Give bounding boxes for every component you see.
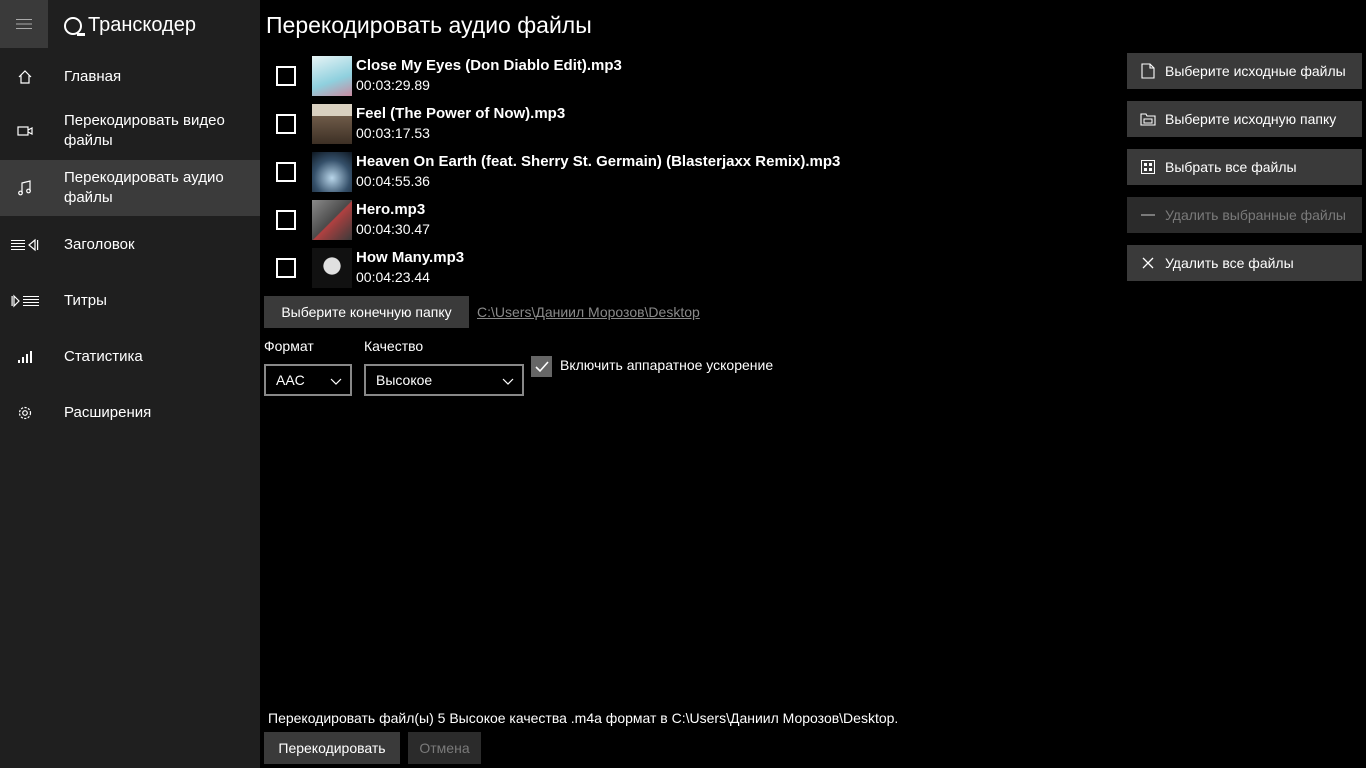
select-all-files-label: Выбрать все файлы <box>1165 159 1297 175</box>
file-duration: 00:04:55.36 <box>356 173 430 189</box>
format-label: Формат <box>264 338 314 354</box>
gear-icon <box>16 404 34 422</box>
sidebar-item-subtitles[interactable]: Титры <box>0 280 260 322</box>
select-source-files-button[interactable]: Выберите исходные файлы <box>1127 53 1362 89</box>
remove-all-files-label: Удалить все файлы <box>1165 255 1294 271</box>
chevron-down-icon <box>330 374 342 390</box>
sidebar-item-transcode-audio[interactable]: Перекодировать аудио файлы <box>0 160 260 216</box>
file-name: Heaven On Earth (feat. Sherry St. Germai… <box>356 153 841 170</box>
file-duration: 00:04:30.47 <box>356 221 430 237</box>
file-name: How Many.mp3 <box>356 249 465 266</box>
remove-selected-files-label: Удалить выбранные файлы <box>1165 207 1346 223</box>
sidebar-item-label: Главная <box>64 68 122 85</box>
album-art-thumbnail <box>312 248 352 288</box>
video-icon <box>16 122 34 140</box>
hardware-acceleration-checkbox[interactable] <box>531 356 552 377</box>
cancel-button[interactable]: Отмена <box>408 732 481 764</box>
select-source-folder-button[interactable]: Выберите исходную папку <box>1127 101 1362 137</box>
select-destination-folder-button[interactable]: Выберите конечную папку <box>264 296 469 328</box>
close-icon <box>1139 254 1157 272</box>
file-name: Hero.mp3 <box>356 201 426 218</box>
sidebar-item-title[interactable]: Заголовок <box>0 224 260 266</box>
file-checkbox[interactable] <box>276 162 296 182</box>
stats-icon <box>16 348 34 366</box>
file-checkbox[interactable] <box>276 258 296 278</box>
album-art-thumbnail <box>312 104 352 144</box>
select-all-files-button[interactable]: Выбрать все файлы <box>1127 149 1362 185</box>
file-duration: 00:03:29.89 <box>356 77 430 93</box>
app-logo-icon <box>64 16 85 36</box>
page-title: Перекодировать аудио файлы <box>266 12 592 38</box>
file-checkbox[interactable] <box>276 210 296 230</box>
app-title-text: Транскодер <box>88 14 196 36</box>
sidebar-item-transcode-video[interactable]: Перекодировать видео файлы <box>0 104 260 158</box>
quality-select[interactable]: Высокое <box>364 364 524 396</box>
sidebar-item-label: Перекодировать видео файлы <box>64 112 225 149</box>
chevron-down-icon <box>502 374 514 390</box>
album-art-thumbnail <box>312 56 352 96</box>
hamburger-menu-button[interactable] <box>0 0 48 48</box>
file-icon <box>1139 62 1157 80</box>
remove-selected-files-button[interactable]: Удалить выбранные файлы <box>1127 197 1362 233</box>
sidebar-item-label: Статистика <box>64 348 143 365</box>
select-source-files-label: Выберите исходные файлы <box>1165 63 1346 79</box>
transcode-summary: Перекодировать файл(ы) 5 Высокое качеств… <box>268 710 899 726</box>
sidebar-item-label: Заголовок <box>64 236 135 253</box>
app-title: Транскодер <box>64 14 196 37</box>
checkmark-icon <box>534 360 549 372</box>
select-source-folder-label: Выберите исходную папку <box>1165 111 1337 127</box>
sidebar-item-statistics[interactable]: Статистика <box>0 336 260 378</box>
sidebar-item-extensions[interactable]: Расширения <box>0 392 260 434</box>
minus-icon <box>1139 206 1157 224</box>
title-icon <box>10 236 40 254</box>
file-checkbox[interactable] <box>276 114 296 134</box>
format-select[interactable]: AAC <box>264 364 352 396</box>
file-name: Feel (The Power of Now).mp3 <box>356 105 566 122</box>
destination-path-link[interactable]: C:\Users\Даниил Морозов\Desktop <box>477 304 700 320</box>
sidebar: Транскодер Главная Перекодировать видео … <box>0 0 260 768</box>
file-duration: 00:03:17.53 <box>356 125 430 141</box>
subtitles-icon <box>10 292 40 310</box>
file-checkbox[interactable] <box>276 66 296 86</box>
remove-all-files-button[interactable]: Удалить все файлы <box>1127 245 1362 281</box>
quality-label: Качество <box>364 338 424 354</box>
hamburger-icon <box>16 19 32 29</box>
sidebar-item-label: Титры <box>64 292 107 309</box>
home-icon <box>16 68 34 86</box>
album-art-thumbnail <box>312 152 352 192</box>
file-name: Close My Eyes (Don Diablo Edit).mp3 <box>356 57 622 74</box>
file-duration: 00:04:23.44 <box>356 269 430 285</box>
sidebar-item-label: Расширения <box>64 404 152 421</box>
music-icon <box>16 179 34 197</box>
folder-icon <box>1139 110 1157 128</box>
album-art-thumbnail <box>312 200 352 240</box>
transcode-button[interactable]: Перекодировать <box>264 732 400 764</box>
sidebar-item-label: Перекодировать аудио файлы <box>64 169 224 206</box>
hardware-acceleration-label: Включить аппаратное ускорение <box>560 357 774 373</box>
select-all-icon <box>1139 158 1157 176</box>
quality-select-value: Высокое <box>376 372 433 388</box>
sidebar-item-home[interactable]: Главная <box>0 56 260 98</box>
format-select-value: AAC <box>276 372 305 388</box>
